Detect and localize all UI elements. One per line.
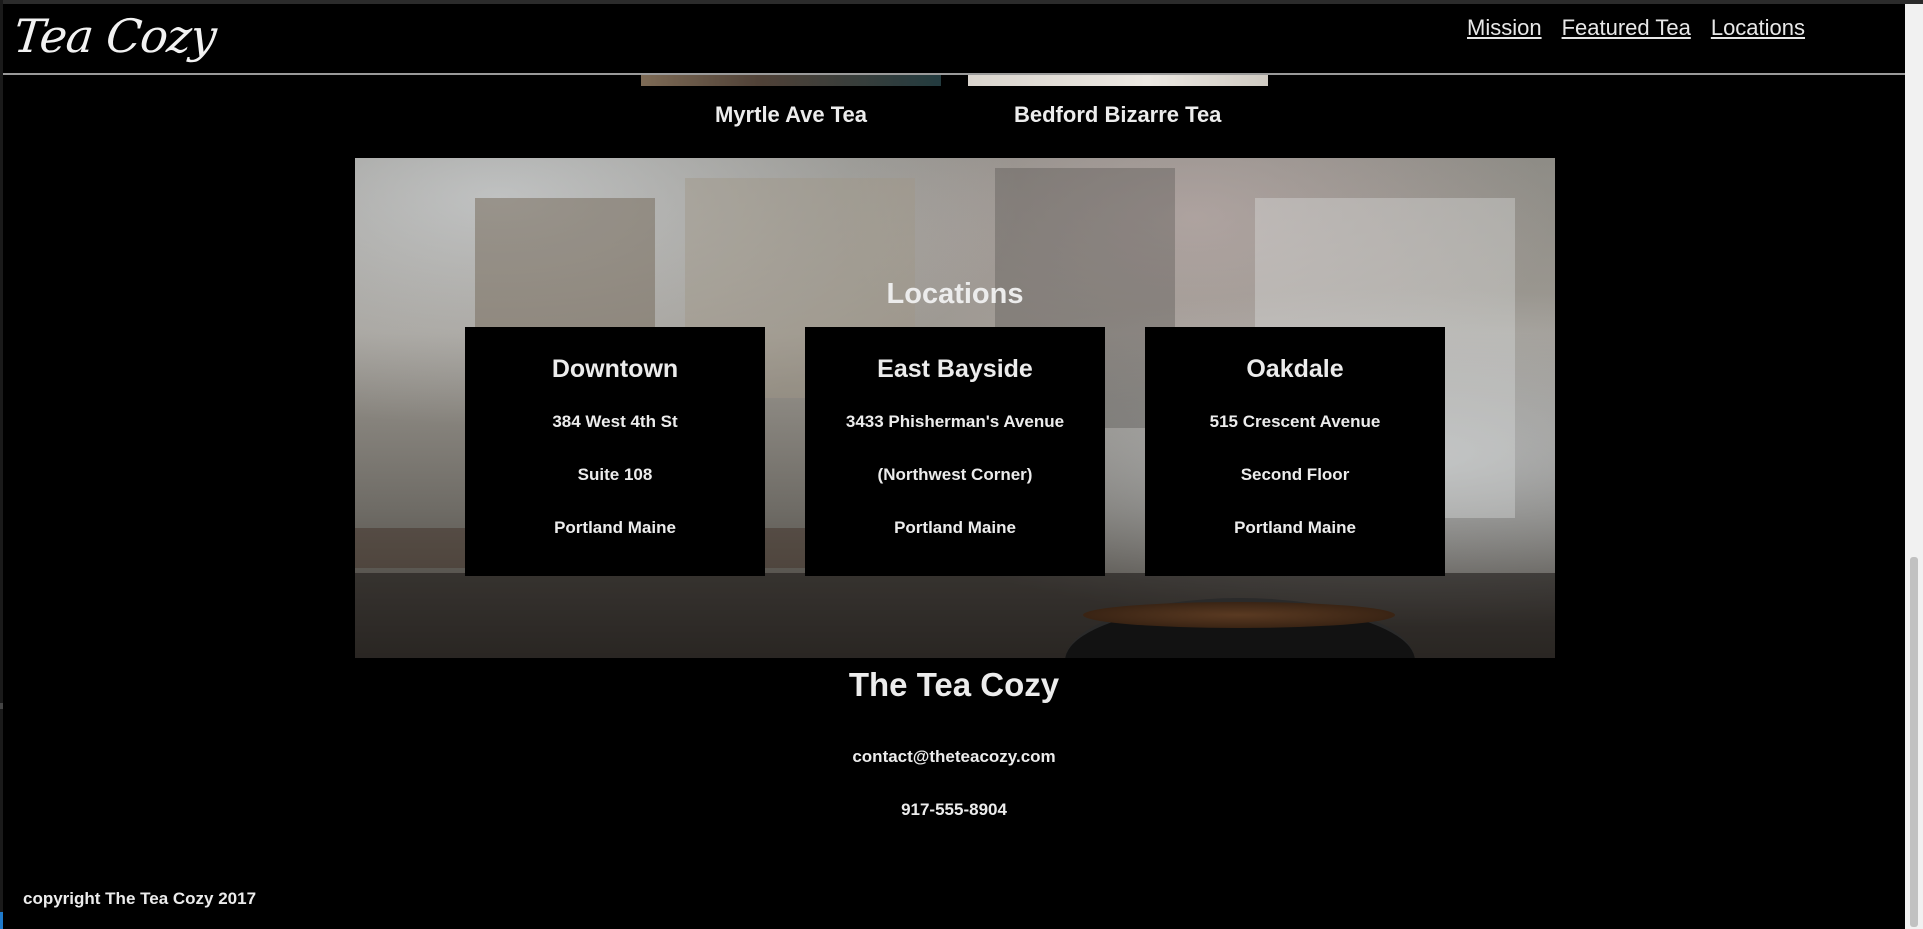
page-scrollbar[interactable] [1905,4,1923,929]
location-card-east-bayside: East Bayside 3433 Phisherman's Avenue (N… [805,327,1105,576]
tea-caption-myrtle: Myrtle Ave Tea [715,102,868,127]
location-address-line: (Northwest Corner) [877,465,1033,484]
scrollbar-thumb[interactable] [1910,557,1918,927]
nav-link-featured-tea[interactable]: Featured Tea [1562,15,1691,41]
location-name: Downtown [551,355,679,383]
location-card-downtown: Downtown 384 West 4th St Suite 108 Portl… [465,327,765,576]
site-logo[interactable]: Tea Cozy [11,9,218,63]
location-card-oakdale: Oakdale 515 Crescent Avenue Second Floor… [1145,327,1445,576]
footer-email: contact@theteacozy.com [852,747,1056,766]
locations-heading: Locations [886,278,1024,310]
site-header: Tea Cozy Mission Featured Tea Locations [3,4,1905,75]
footer-copyright: copyright The Tea Cozy 2017 [23,889,257,908]
window-left-edge [0,0,3,929]
footer-phone: 917-555-8904 [901,800,1007,819]
location-address-line: 3433 Phisherman's Avenue [845,412,1065,431]
location-address-line: Second Floor [1240,465,1350,484]
location-city: Portland Maine [894,518,1016,537]
nav-link-locations[interactable]: Locations [1711,15,1805,41]
location-city: Portland Maine [554,518,676,537]
footer-title: The Tea Cozy [848,666,1060,703]
edge-marker-blue [0,912,3,929]
location-name: East Bayside [877,355,1033,383]
location-address-line: Suite 108 [577,465,653,484]
location-city: Portland Maine [1234,518,1356,537]
location-name: Oakdale [1246,355,1344,383]
nav-link-mission[interactable]: Mission [1467,15,1542,41]
locations-section: Locations Downtown 384 West 4th St Suite… [355,158,1555,658]
location-address-line: 384 West 4th St [552,412,678,431]
tea-caption-bedford: Bedford Bizarre Tea [1014,102,1222,127]
tea-photo-myrtle [641,74,941,86]
coffee-surface-image [1083,602,1395,628]
tea-photo-bedford [968,74,1268,86]
main-nav: Mission Featured Tea Locations [1467,15,1805,41]
location-address-line: 515 Crescent Avenue [1209,412,1381,431]
